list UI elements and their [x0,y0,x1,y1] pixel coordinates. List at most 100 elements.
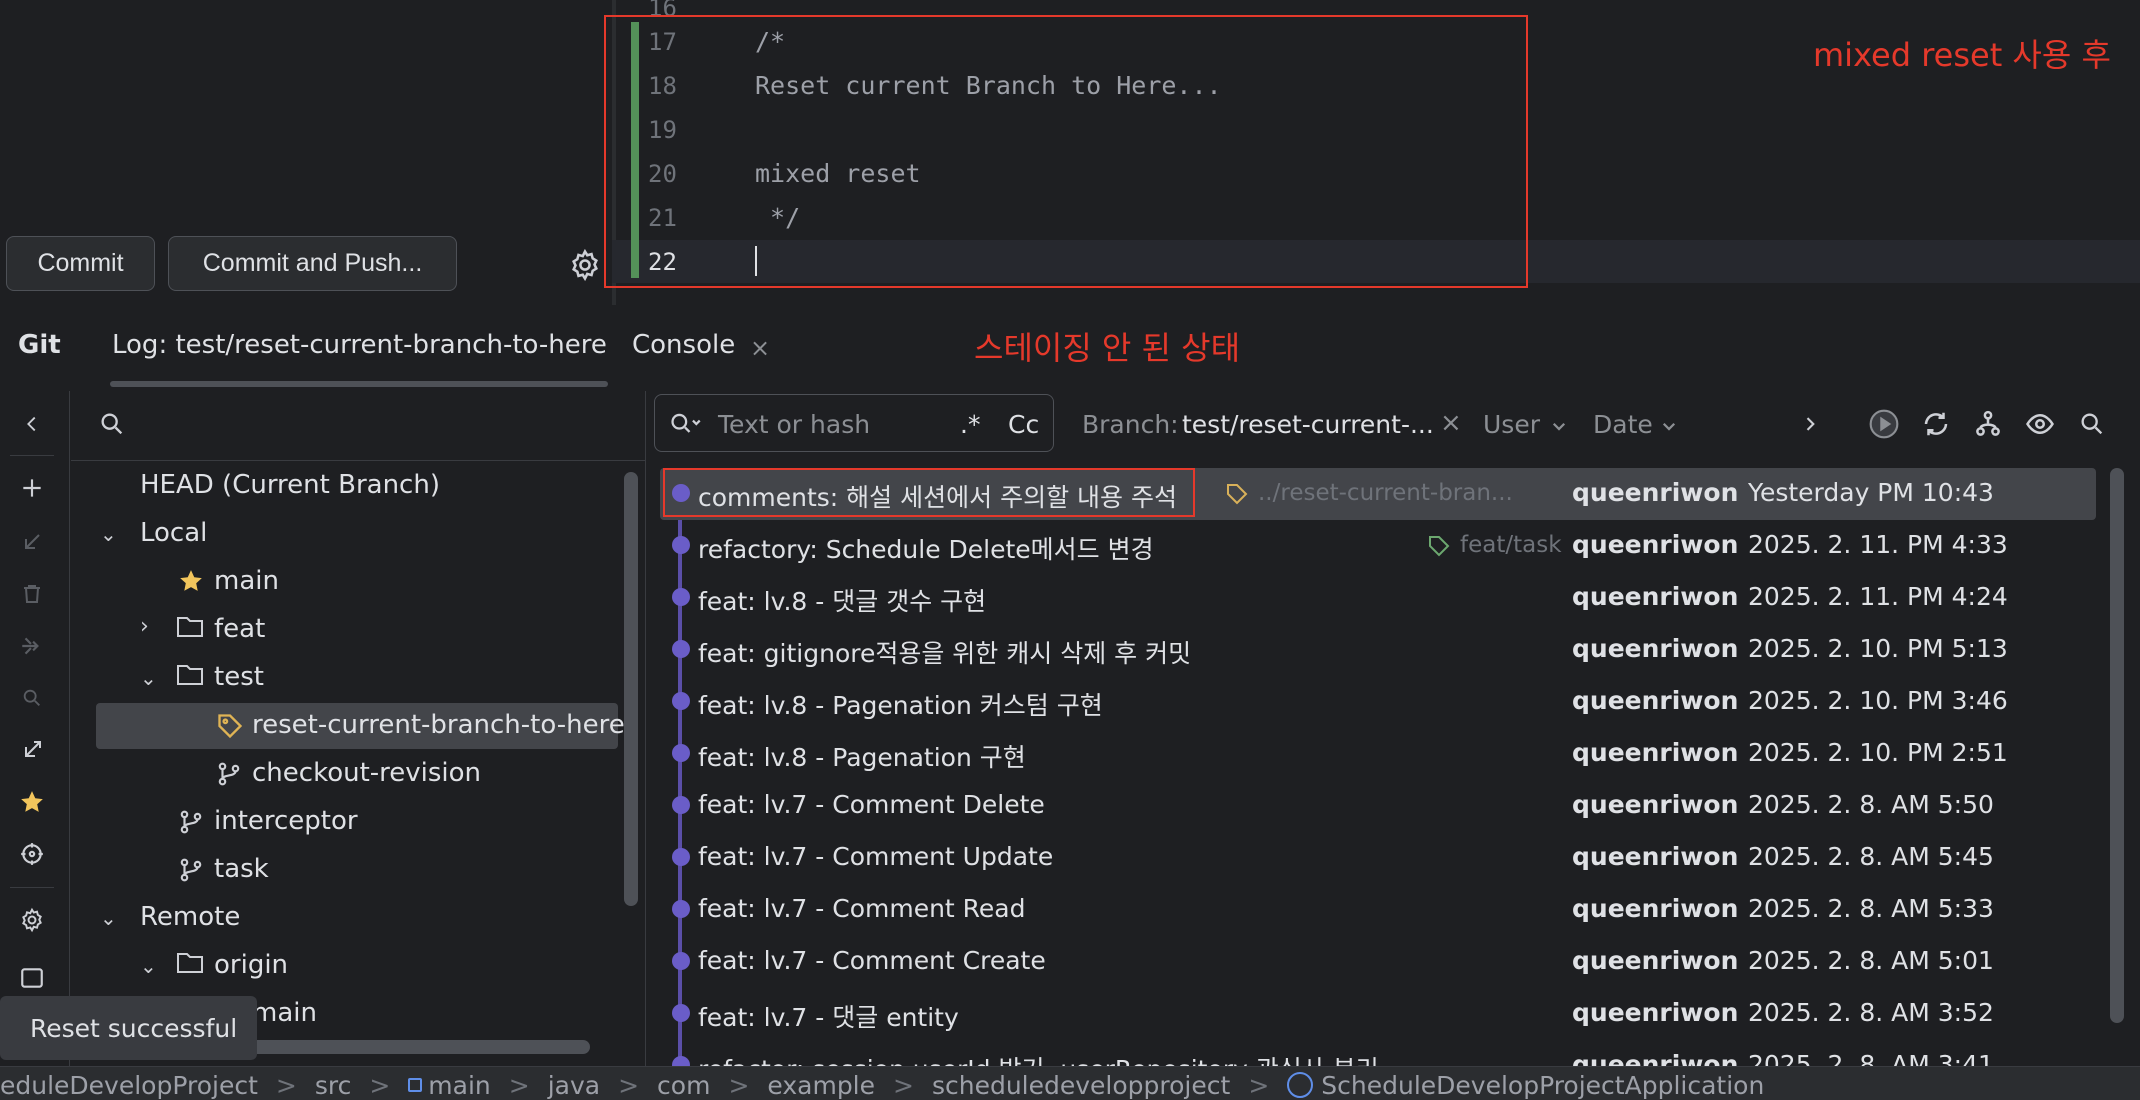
commit-author: queenriwon [1572,686,1739,715]
cherry-pick-play-icon[interactable] [1866,406,1902,442]
branch-reset-current-branch-to-here[interactable]: reset-current-branch-to-here [252,710,625,740]
breadcrumb-package[interactable]: scheduledevelopproject [932,1071,1230,1100]
branches-scrollbar[interactable] [624,472,638,906]
commit-graph-node [672,744,690,762]
compare-icon[interactable] [14,732,50,768]
breadcrumb-com[interactable]: com [657,1071,710,1100]
layout-icon[interactable] [14,960,50,996]
commit-message: feat: lv.7 - Comment Create [698,946,1046,975]
commit-graph-node [672,1004,690,1022]
annotation-mixed-reset: mixed reset 사용 후 [1813,36,2111,74]
commit-row[interactable]: feat: lv.7 - Comment Read queenriwon 2025.… [660,884,2096,936]
commit-author: queenriwon [1572,894,1739,923]
branch-folder-origin[interactable]: origin [214,950,288,980]
commit-author: queenriwon [1572,842,1739,871]
commit-row[interactable]: feat: lv.7 - 댓글 entity queenriwon 2025. 2.… [660,988,2096,1040]
graph-options-icon[interactable] [1970,406,2006,442]
branch-interceptor[interactable]: interceptor [214,806,358,836]
branch-group-local[interactable]: Local [140,518,207,548]
commit-row[interactable]: feat: lv.7 - Comment Create queenriwon 202… [660,936,2096,988]
eye-icon[interactable] [2022,406,2058,442]
commit-date: Yesterday PM 10:43 [1748,478,1994,507]
branches-horizontal-scrollbar[interactable] [230,1040,590,1054]
chevron-down-icon[interactable] [1660,412,1678,441]
breadcrumb-separator: > [275,1070,297,1100]
commit-author: queenriwon [1572,530,1739,559]
commit-ref-label[interactable]: ../reset-current-bran... [1258,480,1513,506]
folder-icon [176,950,204,980]
search-icon[interactable] [14,680,50,716]
search-history-icon[interactable] [668,410,702,444]
commit-message: feat: lv.8 - Pagenation 커스텀 구현 [698,691,1103,720]
add-icon[interactable] [14,470,50,506]
breadcrumb-project[interactable]: eduleDevelopProject [0,1071,258,1100]
chevron-right-icon[interactable]: › [140,614,149,639]
navigate-target-icon[interactable] [14,836,50,872]
search-icon[interactable] [98,410,126,438]
favorite-star-icon[interactable] [14,784,50,820]
chevron-down-icon[interactable]: ⌄ [140,666,157,690]
commit-date: 2025. 2. 8. AM 3:52 [1748,998,1994,1027]
branch-search-bar[interactable] [71,391,646,461]
branch-origin-main[interactable]: main [252,998,317,1028]
branch-task[interactable]: task [214,854,269,884]
commit-row[interactable]: feat: lv.8 - Pagenation 구현 queenriwon 2025… [660,728,2096,780]
toolbar-divider [10,455,54,456]
commit-author: queenriwon [1572,946,1739,975]
commit-row[interactable]: feat: lv.7 - Comment Delete queenriwon 202… [660,780,2096,832]
log-scrollbar[interactable] [2110,468,2124,1023]
commit-row[interactable]: feat: lv.7 - Comment Update queenriwon 202… [660,832,2096,884]
commit-row[interactable]: feat: lv.8 - 댓글 갯수 구현 queenriwon 2025. 2. … [660,572,2096,624]
merge-icon[interactable] [14,628,50,664]
user-filter[interactable]: User [1483,410,1540,439]
delete-icon[interactable] [14,576,50,612]
folder-icon [176,662,204,692]
clear-filter-icon[interactable]: × [1440,408,1462,438]
chevron-right-icon[interactable] [1792,406,1828,442]
commit-and-push-button[interactable]: Commit and Push... [168,236,457,291]
chevron-down-icon[interactable]: ⌄ [100,906,117,930]
commit-row[interactable]: refactory: Schedule Delete메서드 변경 feat/tas… [660,520,2096,572]
refresh-icon[interactable] [1918,406,1954,442]
commit-date: 2025. 2. 10. PM 3:46 [1748,686,2008,715]
match-case-toggle[interactable]: Cc [1008,410,1039,439]
breadcrumb-java[interactable]: java [548,1071,600,1100]
tab-log[interactable]: Log: test/reset-current-branch-to-here [112,330,607,360]
commit-graph-node [672,848,690,866]
favorite-star-icon [178,568,204,600]
commit-options-gear-icon[interactable] [568,248,602,282]
date-filter[interactable]: Date [1593,410,1653,439]
breadcrumb-separator: > [728,1070,750,1100]
search-icon[interactable] [2074,406,2110,442]
tab-console[interactable]: Console [632,330,735,360]
breadcrumb-app-class[interactable]: ScheduleDevelopProjectApplication [1321,1071,1764,1100]
commit-row[interactable]: feat: lv.8 - Pagenation 커스텀 구현 queenriwon… [660,676,2096,728]
commit-graph-node [672,640,690,658]
branch-group-remote[interactable]: Remote [140,902,240,932]
breadcrumb-main[interactable]: main [428,1071,490,1100]
chevron-down-icon[interactable]: ⌄ [100,522,117,546]
commit-row[interactable]: feat: gitignore적용을 위한 캐시 삭제 후 커밋 queenriw… [660,624,2096,676]
branch-folder-test[interactable]: test [214,662,264,692]
branch-checkout-revision[interactable]: checkout-revision [252,758,481,788]
commit-message: feat: lv.7 - Comment Delete [698,790,1045,819]
regex-toggle[interactable]: .* [960,410,980,439]
commit-ref-label[interactable]: feat/task [1460,532,1562,558]
chevron-down-icon[interactable]: ⌄ [140,954,157,978]
chevron-down-icon[interactable] [1550,412,1568,441]
update-arrow-icon[interactable] [14,524,50,560]
breadcrumb-src[interactable]: src [315,1071,352,1100]
commit-button[interactable]: Commit [6,236,155,291]
branch-filter-value[interactable]: test/reset-current-... [1182,410,1434,439]
branch-head[interactable]: HEAD (Current Branch) [140,470,440,500]
close-icon[interactable]: × [750,334,770,362]
branch-icon [216,760,242,794]
branch-folder-feat[interactable]: feat [214,614,265,644]
collapse-panel-icon[interactable] [14,406,50,442]
commit-date: 2025. 2. 8. AM 5:33 [1748,894,1994,923]
tag-icon [1224,482,1250,512]
breadcrumb-example[interactable]: example [767,1071,875,1100]
breadcrumb-separator: > [508,1070,530,1100]
branch-main[interactable]: main [214,566,279,596]
settings-gear-icon[interactable] [14,902,50,938]
